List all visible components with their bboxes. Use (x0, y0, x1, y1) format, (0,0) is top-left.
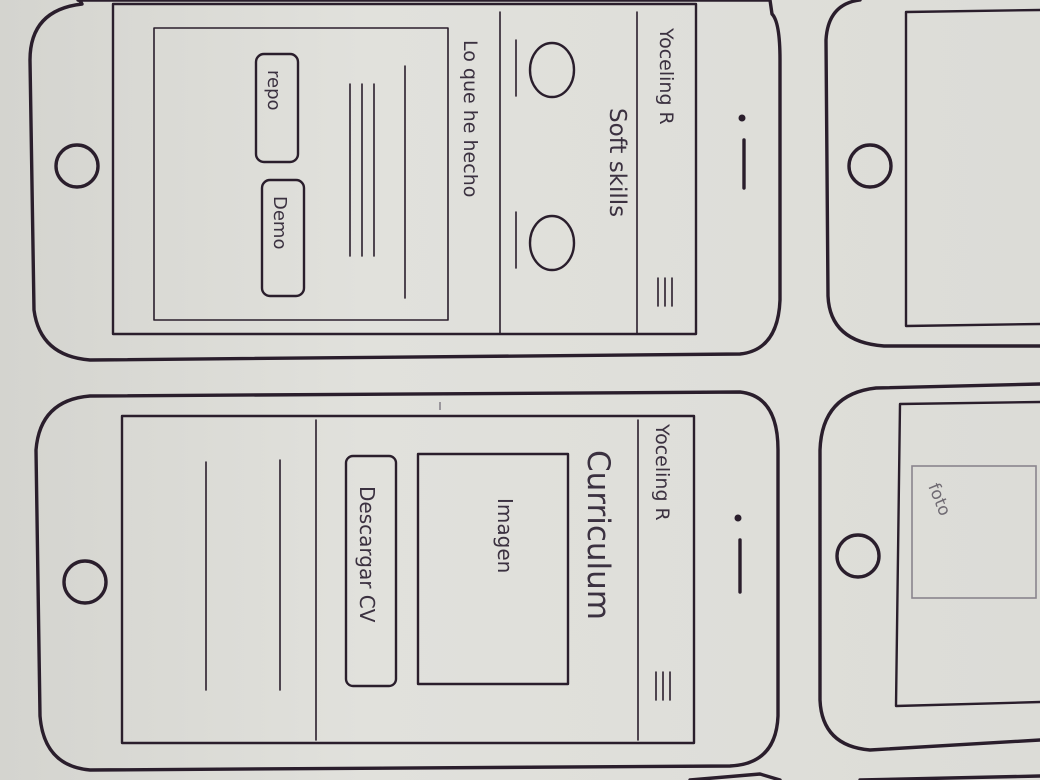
screen-1-demo-label: Demo (269, 196, 290, 249)
paper-background: Yoceling R Soft skills Lo que he hecho r… (0, 0, 1040, 780)
screen-1-repo-label: repo (263, 70, 284, 111)
screen-1-section-title: Soft skills (604, 108, 630, 217)
screen-2-content: Yoceling R Curriculum Imagen Descargar C… (205, 419, 673, 741)
screen-2-image-box (416, 452, 570, 686)
phone-5-edge (688, 772, 782, 780)
phone-2-camera (734, 514, 742, 522)
screen-1-brand: Yoceling R (655, 27, 677, 125)
phone-6-edge (858, 774, 1040, 780)
phone-3-screen (904, 8, 1040, 328)
screen-1-content: Yoceling R Soft skills Lo que he hecho r… (153, 11, 677, 335)
phone-2-home-button[interactable] (62, 559, 108, 605)
screen-2-brand: Yoceling R (651, 423, 673, 521)
screen-2-download-label: Descargar CV (355, 486, 379, 623)
phone-1-camera (738, 114, 746, 122)
phone-4: foto (818, 382, 1040, 752)
phone-3-home-button[interactable] (847, 143, 893, 189)
screen-1-skill-circle-1 (528, 41, 576, 99)
screen-1-hamburger-icon[interactable] (657, 277, 673, 307)
screen-1-work-title: Lo que he hecho (459, 40, 481, 197)
phone-4-screen (894, 400, 1040, 708)
screen-1-project-card (153, 27, 449, 321)
wireframe-sketch: Yoceling R Soft skills Lo que he hecho r… (28, 0, 1040, 780)
screen-2-hamburger-icon[interactable] (655, 671, 671, 701)
phone-4-home-button[interactable] (835, 533, 881, 579)
phone-3-body (824, 0, 1040, 348)
screen-2-section-title: Curriculum (580, 450, 616, 620)
screen-1-skill-circle-2 (528, 214, 576, 272)
phone-4-body (818, 382, 1040, 752)
screen-2-image-label: Imagen (493, 498, 517, 573)
phone-4-photo-label: foto (923, 480, 954, 519)
phone-1-home-button[interactable] (54, 143, 100, 189)
phone-3 (824, 0, 1040, 348)
